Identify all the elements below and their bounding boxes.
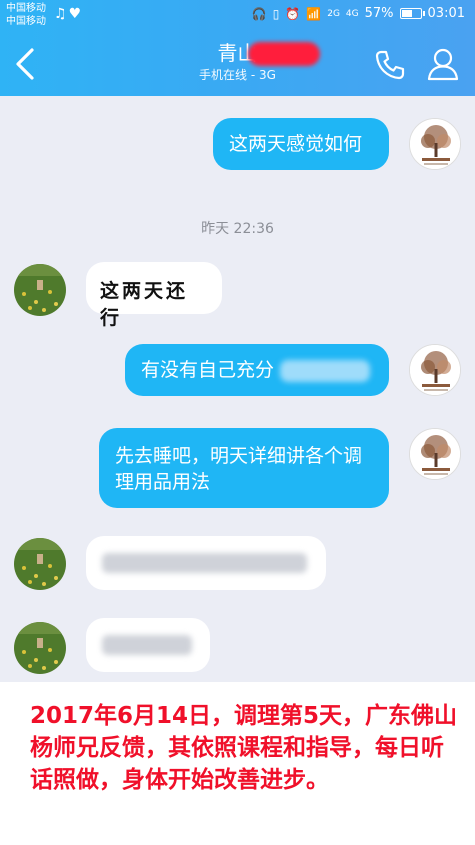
phone-icon (375, 50, 405, 80)
my-avatar[interactable] (409, 428, 461, 480)
network-label-1: 2G (327, 8, 340, 19)
network-label-2: 4G (345, 8, 359, 19)
status-icons: 🎧 ▯ ⏰ 📶 2G 4G 57% 03:01 (252, 6, 465, 21)
my-avatar[interactable] (409, 118, 461, 170)
message-bubble-in[interactable]: 这两天还行 (86, 262, 222, 329)
contact-avatar[interactable] (14, 538, 66, 590)
redaction-mark (247, 42, 320, 66)
timestamp: 昨天 22:36 (201, 221, 274, 237)
call-button[interactable] (373, 48, 407, 82)
headphones-icon: 🎧 (251, 6, 267, 21)
person-icon (427, 48, 459, 81)
message-bubble-out[interactable]: 这两天感觉如何 (213, 118, 389, 170)
battery-percent: 57% (364, 6, 394, 21)
message-text: 这两天还行 (100, 280, 189, 329)
contact-avatar[interactable] (14, 264, 66, 316)
health-icon: ♥ (68, 6, 84, 22)
notification-icons: ♫♥ (54, 6, 83, 22)
tree-logo-icon (410, 345, 460, 395)
message-list[interactable]: 这两天感觉如何 昨天 22:36 这两天还行 有没有自己充分 先去睡吧，明天详细… (0, 96, 475, 682)
message-text: 先去睡吧，明天详细讲各个调理用品用法 (115, 445, 363, 493)
message-bubble-in[interactable] (86, 536, 326, 590)
caption-text: 2017年6月14日，调理第5天，广东佛山杨师兄反馈，其依照课程和指导，每日听话… (30, 703, 458, 793)
carrier-2: 中国移动 (6, 16, 46, 27)
battery-icon (399, 8, 425, 19)
message-text: 有没有自己充分 (141, 359, 275, 381)
profile-button[interactable] (425, 46, 461, 82)
tree-logo-icon (410, 119, 460, 169)
alarm-icon: ⏰ (285, 6, 301, 21)
carrier-1: 中国移动 (6, 3, 46, 14)
battery-fill (401, 10, 412, 17)
field-photo-icon (14, 538, 66, 590)
message-bubble-out[interactable]: 有没有自己充分 (125, 344, 389, 396)
message-bubble-in[interactable] (86, 618, 210, 672)
caption-panel: 2017年6月14日，调理第5天，广东佛山杨师兄反馈，其依照课程和指导，每日听话… (0, 682, 475, 845)
chat-header: 青山 手机在线 - 3G (0, 32, 475, 96)
blurred-text (102, 635, 192, 655)
clock: 03:01 (427, 6, 465, 21)
blurred-text (280, 359, 371, 382)
contact-avatar[interactable] (14, 622, 66, 674)
blurred-text (102, 553, 307, 573)
wifi-icon: 📶 (306, 6, 322, 21)
status-bar: 中国移动 中国移动 ♫♥ 🎧 ▯ ⏰ 📶 2G 4G 57% 03:01 (0, 0, 475, 32)
message-bubble-out[interactable]: 先去睡吧，明天详细讲各个调理用品用法 (99, 428, 389, 508)
tree-logo-icon (410, 429, 460, 479)
field-photo-icon (14, 622, 66, 674)
message-text: 这两天感觉如何 (229, 133, 363, 155)
vibrate-icon: ▯ (272, 6, 280, 21)
contact-name: 青山 (218, 40, 320, 66)
my-avatar[interactable] (409, 344, 461, 396)
field-photo-icon (14, 264, 66, 316)
music-icon: ♫ (54, 6, 69, 22)
